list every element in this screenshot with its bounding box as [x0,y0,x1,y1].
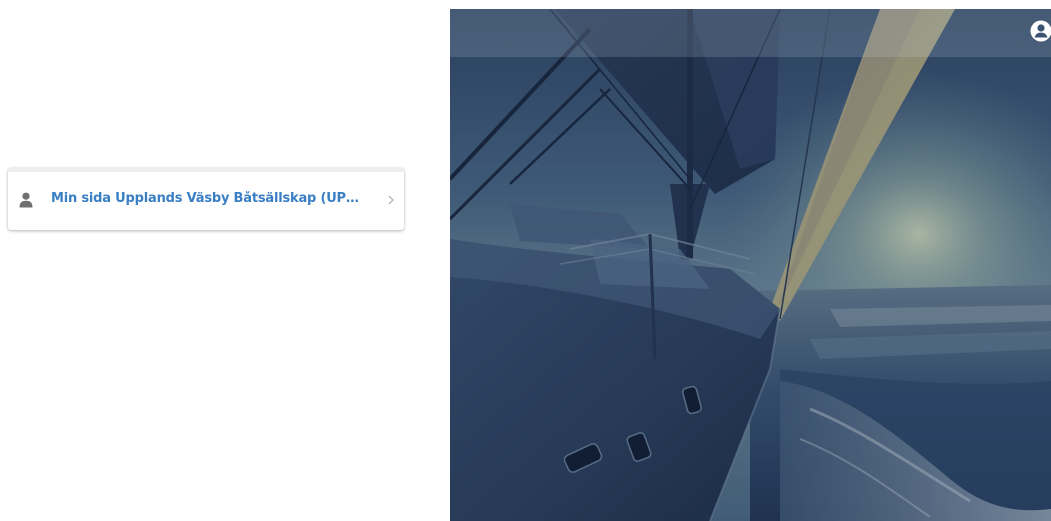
chevron-right-icon [388,195,394,205]
account-circle-icon[interactable] [1030,20,1051,42]
hero-image [450,9,1051,521]
user-icon [19,192,33,208]
sailboat-photo [450,9,1051,521]
left-panel: Min sida Upplands Väsby Båtsällskap (UPP… [0,0,450,521]
login-page: Min sida Upplands Väsby Båtsällskap (UPP… [0,0,1051,521]
my-page-link-label: Min sida Upplands Väsby Båtsällskap (UPP… [51,191,366,206]
my-page-link[interactable]: Min sida Upplands Väsby Båtsällskap (UPP… [8,168,404,230]
header-bar [450,9,1051,57]
